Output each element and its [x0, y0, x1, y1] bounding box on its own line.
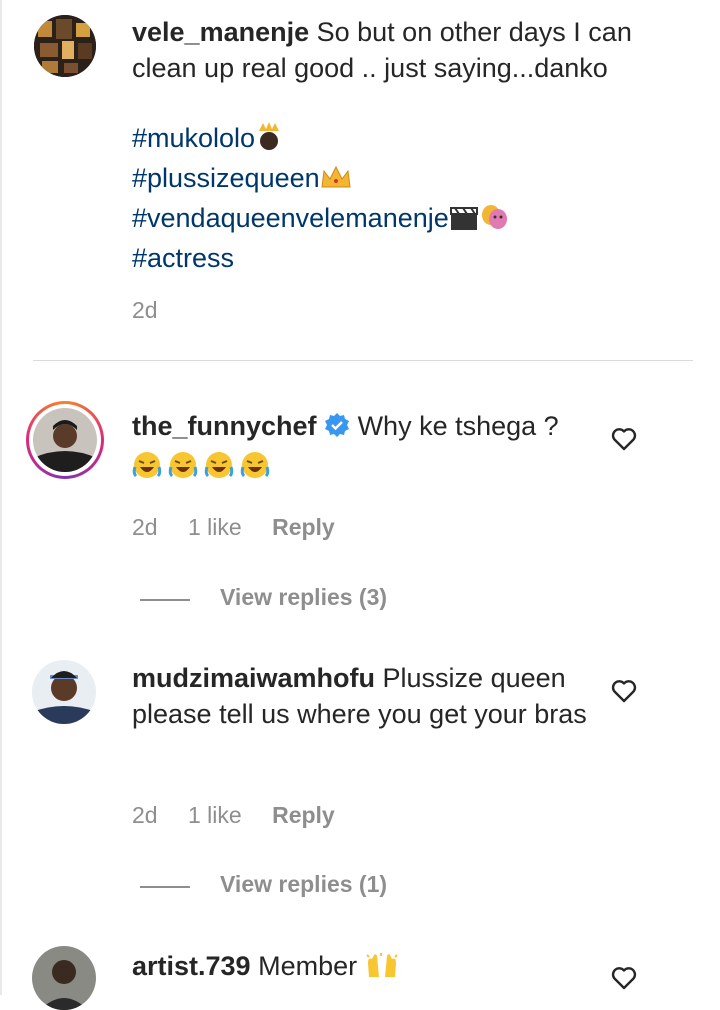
raising-hands-icon — [365, 951, 399, 988]
avatar-story-ring[interactable] — [26, 401, 104, 479]
avatar-image — [32, 946, 96, 1010]
view-replies-button[interactable]: View replies (1) — [220, 871, 387, 898]
comment-body: mudzimaiwamhofu Plussize queen please te… — [132, 660, 592, 732]
comment-body: artist.739 Member — [132, 948, 592, 988]
like-count[interactable]: 1 like — [188, 802, 242, 828]
comment-username[interactable]: artist.739 — [132, 951, 251, 981]
emoji-row — [132, 449, 272, 481]
comment-meta: 2d 1 like Reply — [132, 802, 335, 829]
hashtag-link[interactable]: #actress — [132, 243, 234, 273]
comment-timestamp: 2d — [132, 514, 158, 540]
view-replies-line — [140, 886, 190, 888]
hashtag-link[interactable]: #mukololo — [132, 123, 255, 153]
reply-button[interactable]: Reply — [272, 802, 335, 828]
comment-timestamp: 2d — [132, 297, 158, 323]
view-replies-line — [140, 599, 190, 601]
comment-meta: 2d 1 like Reply — [132, 514, 335, 541]
comment-text: Member — [258, 951, 358, 981]
avatar[interactable] — [32, 660, 96, 724]
divider — [33, 360, 693, 361]
hashtag-link[interactable]: #plussizequeen — [132, 163, 320, 193]
crown-icon — [320, 164, 352, 200]
like-count[interactable]: 1 like — [188, 514, 242, 540]
hashtag-list: #mukololo #plussizequeen #vendaqueenvele… — [132, 120, 672, 276]
comment-text: Why ke tshega ? — [357, 411, 559, 441]
verified-badge-icon — [324, 411, 350, 447]
performing-arts-icon — [479, 203, 509, 240]
comment-username[interactable]: the_funnychef — [132, 411, 317, 441]
comment-username[interactable]: vele_manenje — [132, 17, 309, 47]
left-edge — [0, 0, 2, 995]
avatar — [33, 408, 97, 472]
comment-body: the_funnychef Why ke tshega ? — [132, 408, 592, 447]
view-replies-button[interactable]: View replies (3) — [220, 584, 387, 611]
avatar-image — [34, 15, 96, 77]
avatar[interactable] — [32, 946, 96, 1010]
crown-icon — [255, 121, 283, 160]
avatar[interactable] — [34, 15, 96, 77]
clapper-icon — [449, 204, 479, 240]
comment-username[interactable]: mudzimaiwamhofu — [132, 663, 375, 693]
heart-icon[interactable] — [611, 966, 637, 990]
laughing-emoji-icon — [132, 452, 270, 478]
hashtag-link[interactable]: #vendaqueenvelemanenje — [132, 203, 449, 233]
avatar-image — [32, 660, 96, 724]
avatar-image — [33, 408, 97, 472]
comment-body: vele_manenje So but on other days I can … — [132, 14, 672, 86]
comment-meta: 2d — [132, 297, 158, 324]
reply-button[interactable]: Reply — [272, 514, 335, 540]
heart-icon[interactable] — [611, 427, 637, 451]
heart-icon[interactable] — [611, 679, 637, 703]
comment-timestamp: 2d — [132, 802, 158, 828]
